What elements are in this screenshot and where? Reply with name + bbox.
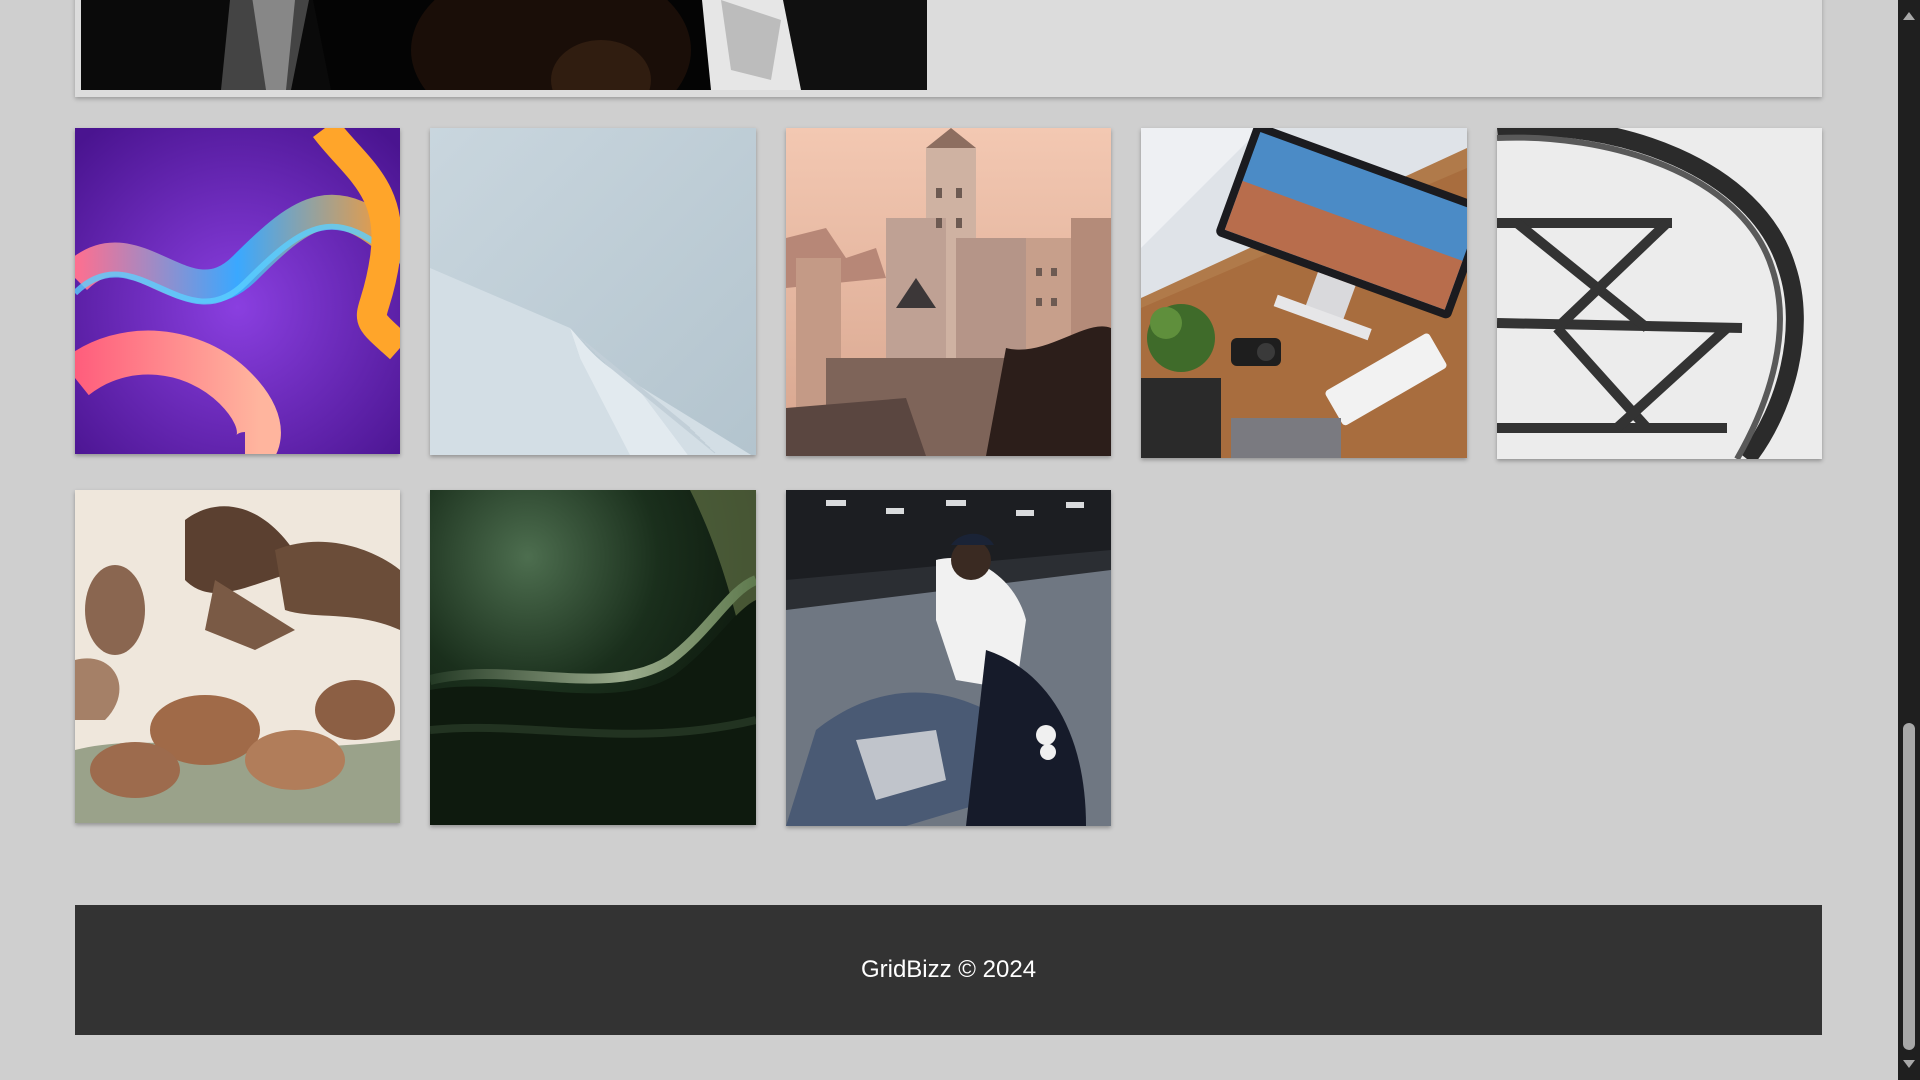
gallery-image-man-on-phone[interactable] — [786, 490, 1111, 826]
page-footer: GridBizz © 2024 — [75, 905, 1822, 1035]
gallery-image-birds-illustration[interactable] — [75, 490, 400, 823]
featured-card — [75, 0, 1822, 97]
scroll-up-arrow-icon[interactable] — [1903, 12, 1915, 20]
vertical-scrollbar[interactable] — [1898, 0, 1920, 1080]
gallery-image-white-architecture[interactable] — [430, 128, 756, 455]
page: GridBizz © 2024 — [0, 0, 1898, 1080]
featured-image[interactable] — [81, 0, 927, 90]
gallery-image-abstract-waves[interactable] — [75, 128, 400, 454]
scroll-down-arrow-icon[interactable] — [1903, 1060, 1915, 1068]
scrollbar-thumb[interactable] — [1903, 723, 1915, 1050]
gallery-image-steel-structure[interactable] — [1497, 128, 1822, 459]
gallery-image-dark-green-abstract[interactable] — [430, 490, 756, 825]
footer-copyright-text: GridBizz © 2024 — [860, 956, 1037, 983]
gallery-image-castle-city[interactable] — [786, 128, 1111, 456]
gallery-image-desk-workspace[interactable] — [1141, 128, 1467, 458]
